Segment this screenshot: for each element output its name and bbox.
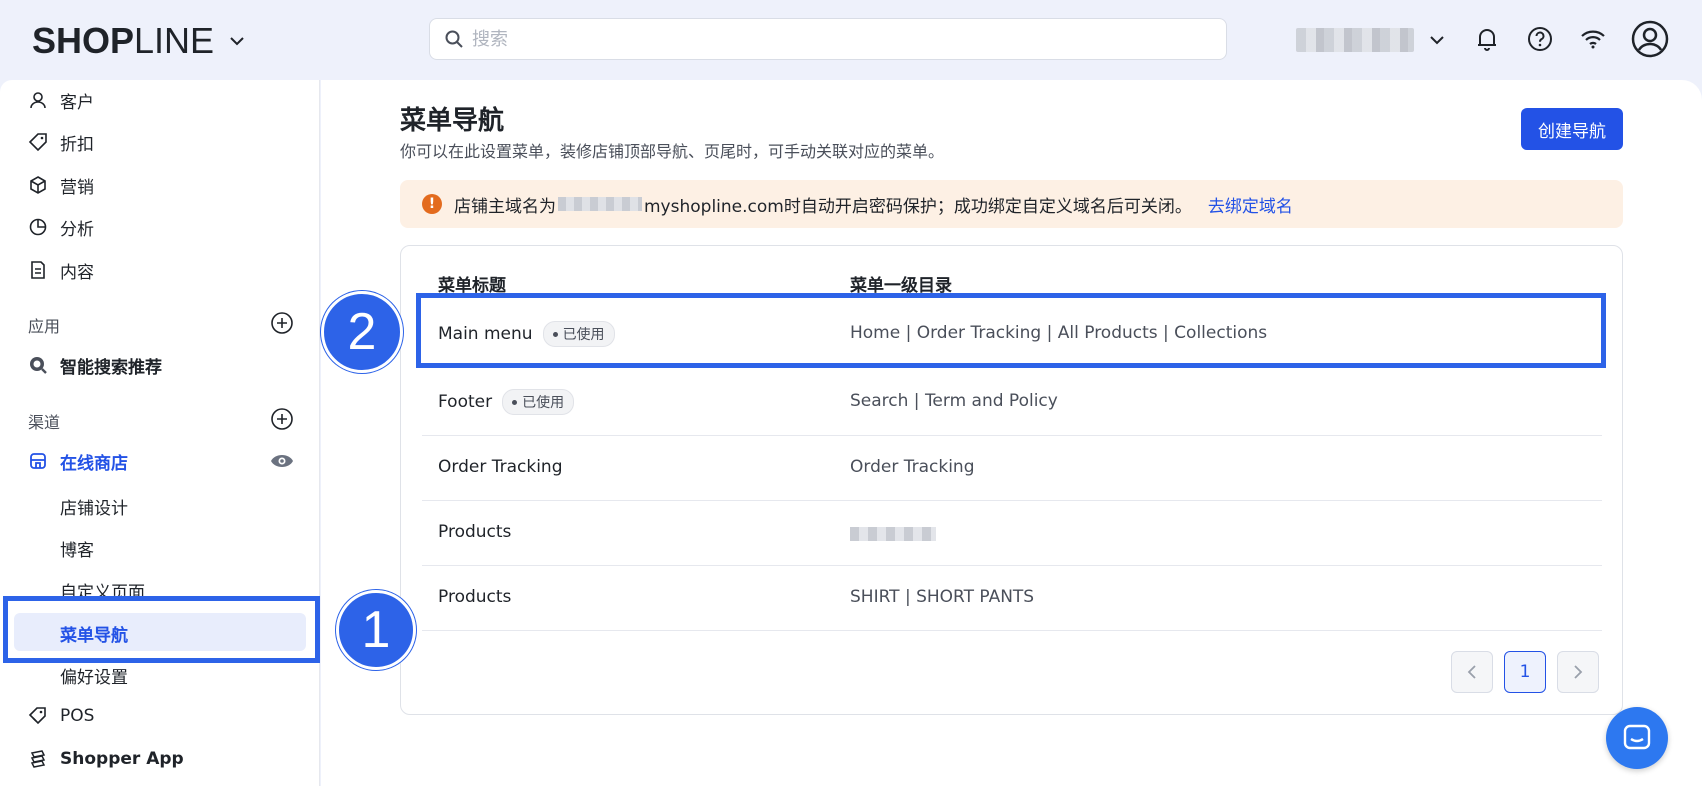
- domain-alert: ! 店铺主域名为 myshopline.com时自动开启密码保护；成功绑定自定义…: [400, 180, 1623, 228]
- chevron-down-icon[interactable]: [1428, 31, 1446, 49]
- sidebar-item-label: 内容: [60, 262, 94, 283]
- bell-icon[interactable]: [1472, 24, 1502, 54]
- search-bar[interactable]: [429, 18, 1227, 60]
- sidebar-item-marketing[interactable]: 营销: [28, 170, 94, 200]
- sidebar-item-label: 在线商店: [60, 453, 128, 474]
- row-menu-items: [850, 526, 936, 546]
- user-icon: [30, 92, 46, 109]
- logo-text-thin: LINE: [134, 20, 215, 61]
- smart-search-icon: [30, 357, 47, 374]
- annotation-box-row: [416, 293, 1606, 368]
- channels-group-label: 渠道: [28, 413, 61, 432]
- layers-icon: [30, 750, 46, 768]
- pie-chart-icon: [29, 218, 47, 236]
- sidebar-item-analytics[interactable]: 分析: [28, 212, 94, 242]
- annotation-box-sidebar: [3, 596, 320, 663]
- row-divider: [422, 500, 1602, 501]
- blurred-store-name: [1296, 28, 1414, 52]
- add-app-icon[interactable]: [270, 311, 294, 335]
- bind-domain-link[interactable]: 去绑定域名: [1208, 192, 1293, 217]
- sidebar-item-label: 折扣: [60, 134, 94, 155]
- warning-icon: !: [422, 194, 442, 214]
- search-input[interactable]: [472, 28, 1192, 50]
- sidebar-item-label: 客户: [60, 92, 94, 113]
- sidebar-item-label: 分析: [60, 219, 94, 240]
- annotation-number-2: 2: [321, 291, 403, 373]
- cube-icon: [30, 176, 46, 194]
- row-menu-items: Search | Term and Policy: [850, 391, 1058, 411]
- status-dot: [512, 399, 518, 405]
- sidebar-item-label: Shopper App: [60, 749, 184, 769]
- apps-group-label: 应用: [28, 317, 61, 336]
- chat-icon: [1623, 724, 1651, 750]
- page-title: 菜单导航: [400, 106, 505, 136]
- table-row-title[interactable]: Order Tracking: [438, 457, 563, 477]
- sidebar-item-discounts[interactable]: 折扣: [28, 127, 94, 157]
- store-icon: [30, 453, 46, 469]
- sidebar-item-content[interactable]: 内容: [28, 255, 94, 285]
- page-subtitle: 你可以在此设置菜单，装修店铺顶部导航、页尾时，可手动关联对应的菜单。: [400, 142, 945, 161]
- add-channel-icon[interactable]: [270, 407, 294, 431]
- row-title-text: Products: [438, 587, 512, 607]
- sidebar-sub-store-design[interactable]: 店铺设计: [60, 494, 128, 519]
- search-icon: [445, 30, 463, 48]
- sidebar-item-shopper-app[interactable]: Shopper App: [28, 744, 184, 774]
- row-divider: [422, 630, 1602, 631]
- shopline-logo[interactable]: SHOP LINE: [32, 20, 246, 62]
- annotation-number-1: 1: [336, 590, 416, 670]
- row-title-text: Footer: [438, 392, 493, 412]
- pos-tag-icon: [28, 707, 46, 725]
- account-switcher[interactable]: [1296, 28, 1446, 52]
- table-row-title[interactable]: Footer 已使用: [438, 389, 575, 415]
- pagination-page-1[interactable]: 1: [1504, 651, 1546, 693]
- sidebar-sub-preferences[interactable]: 偏好设置: [60, 663, 128, 688]
- table-row-title[interactable]: Products: [438, 587, 511, 607]
- avatar-icon[interactable]: [1631, 20, 1669, 58]
- row-divider: [422, 565, 1602, 566]
- sidebar-item-smart-search[interactable]: 智能搜索推荐: [28, 350, 162, 380]
- pagination-next-button[interactable]: [1557, 651, 1599, 693]
- chevron-right-icon: [1574, 665, 1583, 679]
- row-divider: [422, 435, 1602, 436]
- sidebar-item-label: 营销: [60, 177, 94, 198]
- logo-text-bold: SHOP: [32, 20, 135, 61]
- alert-text-before: 店铺主域名为: [454, 196, 556, 217]
- status-badge-label: 已使用: [522, 395, 565, 411]
- row-menu-items: SHIRT | SHORT PANTS: [850, 587, 1035, 607]
- sidebar-item-label: 智能搜索推荐: [60, 357, 162, 378]
- chevron-down-icon[interactable]: [228, 32, 246, 50]
- sidebar-item-online-store[interactable]: 在线商店: [28, 446, 128, 476]
- pagination-prev-button[interactable]: [1451, 651, 1493, 693]
- sidebar-item-label: POS: [60, 706, 95, 726]
- chevron-left-icon: [1467, 665, 1476, 679]
- status-badge: 已使用: [502, 389, 575, 415]
- chat-button[interactable]: [1606, 707, 1668, 769]
- table-row-title[interactable]: Products: [438, 522, 511, 542]
- blurred-domain: [558, 197, 642, 211]
- wifi-icon[interactable]: [1578, 24, 1608, 54]
- sidebar-item-customers[interactable]: 客户: [28, 85, 94, 115]
- create-navigation-button[interactable]: 创建导航: [1521, 108, 1623, 150]
- help-icon[interactable]: [1525, 24, 1555, 54]
- row-menu-items: Order Tracking: [850, 457, 975, 477]
- document-icon: [31, 261, 45, 279]
- blurred-menu-items: [850, 527, 936, 541]
- alert-text-after: myshopline.com时自动开启密码保护；成功绑定自定义域名后可关闭。: [644, 196, 1192, 217]
- sidebar-sub-blog[interactable]: 博客: [60, 536, 94, 561]
- row-title-text: Products: [438, 522, 512, 542]
- tag-icon: [28, 133, 47, 152]
- sidebar-item-pos[interactable]: POS: [28, 701, 94, 731]
- top-bar: SHOP LINE: [0, 0, 1702, 80]
- row-title-text: Order Tracking: [438, 457, 563, 477]
- eye-icon[interactable]: [270, 451, 294, 471]
